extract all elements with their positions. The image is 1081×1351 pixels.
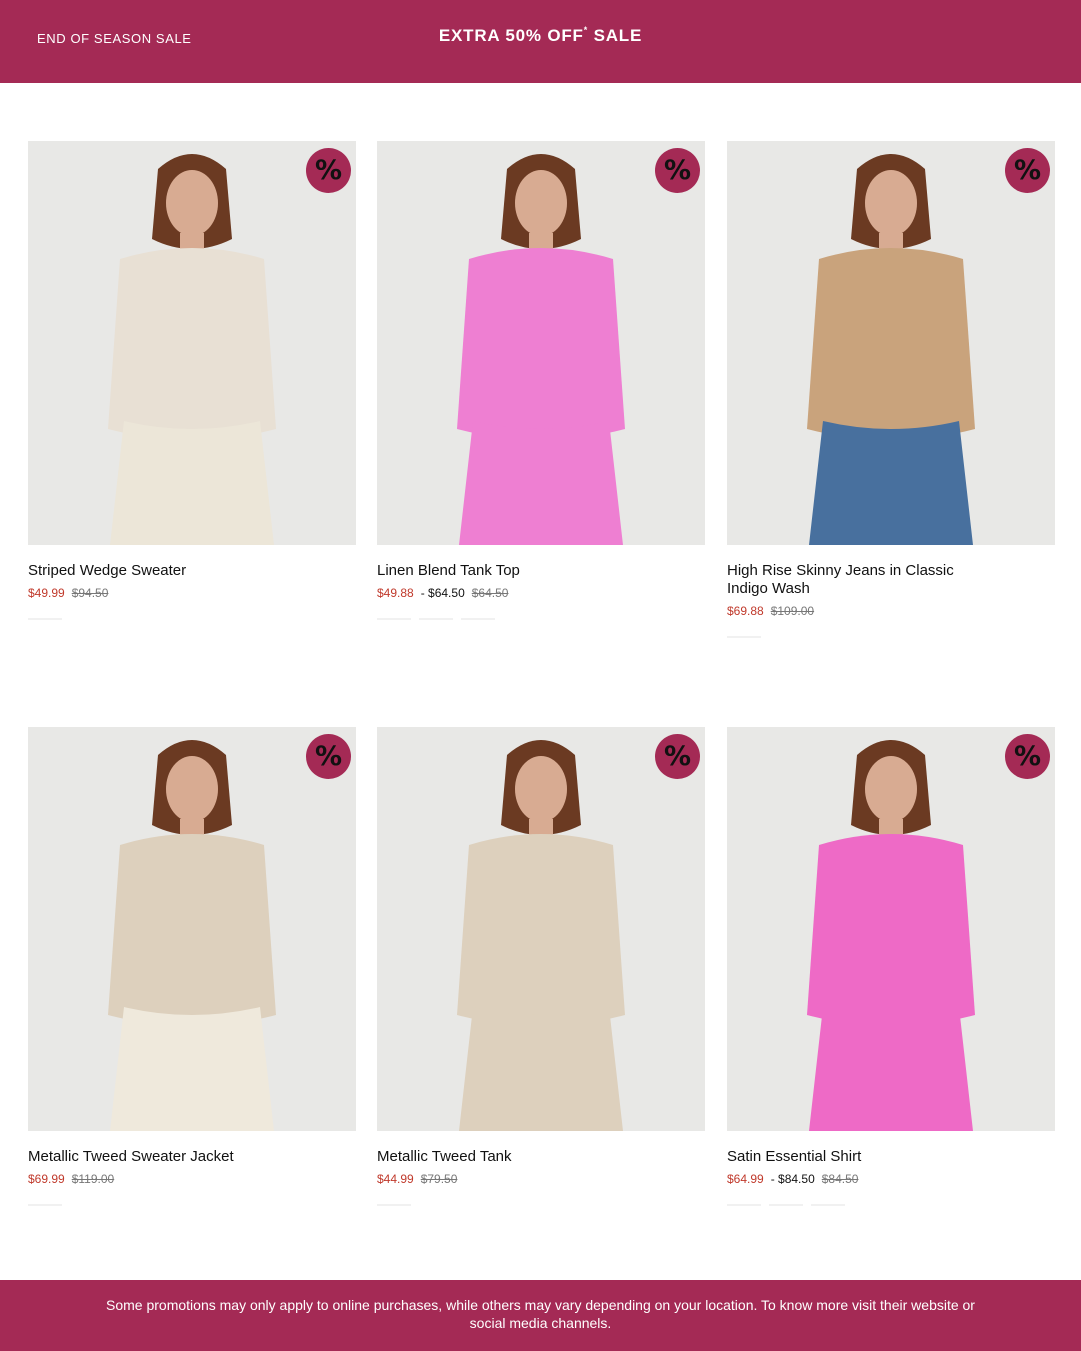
product-photo-figure	[727, 141, 1055, 545]
color-swatches[interactable]	[727, 1204, 1055, 1206]
product-photo-figure	[377, 727, 705, 1131]
color-swatches[interactable]	[377, 618, 705, 620]
product-photo-figure	[727, 727, 1055, 1131]
color-swatch[interactable]	[727, 636, 761, 638]
extra-off-headline: EXTRA 50% OFF* SALE	[0, 25, 1081, 46]
sale-price: $69.88	[727, 604, 764, 618]
product-card[interactable]: % Satin Essential Shirt $64.99 - $84.50 …	[727, 727, 1055, 1206]
sale-percent-badge-icon: %	[655, 148, 700, 193]
price-range-high: - $84.50	[770, 1172, 815, 1186]
promo-disclaimer: Some promotions may only apply to online…	[0, 1280, 1081, 1351]
sale-price: $49.99	[28, 586, 65, 600]
product-image[interactable]: %	[727, 141, 1055, 545]
color-swatch[interactable]	[461, 618, 495, 620]
product-card[interactable]: % High Rise Skinny Jeans in Classic Indi…	[727, 141, 1055, 638]
sale-percent-badge-icon: %	[1005, 734, 1050, 779]
product-photo-figure	[28, 141, 356, 545]
product-prices: $49.88 - $64.50 $64.50	[377, 586, 705, 600]
color-swatches[interactable]	[727, 636, 1055, 638]
original-price: $84.50	[821, 1172, 859, 1186]
product-name[interactable]: Metallic Tweed Sweater Jacket	[28, 1148, 288, 1166]
sale-price: $44.99	[377, 1172, 414, 1186]
product-prices: $64.99 - $84.50 $84.50	[727, 1172, 1055, 1186]
product-image[interactable]: %	[727, 727, 1055, 1131]
product-prices: $69.88 $109.00	[727, 604, 1055, 618]
product-image[interactable]: %	[28, 727, 356, 1131]
product-card[interactable]: % Striped Wedge Sweater $49.99 $94.50	[28, 141, 356, 620]
headline-asterisk: *	[583, 25, 589, 35]
original-price: $119.00	[71, 1172, 115, 1186]
color-swatch[interactable]	[769, 1204, 803, 1206]
color-swatches[interactable]	[377, 1204, 705, 1206]
sale-percent-badge-icon: %	[306, 734, 351, 779]
product-prices: $69.99 $119.00	[28, 1172, 356, 1186]
product-image[interactable]: %	[28, 141, 356, 545]
product-card[interactable]: % Linen Blend Tank Top $49.88 - $64.50 $…	[377, 141, 705, 620]
sale-percent-badge-icon: %	[655, 734, 700, 779]
original-price: $94.50	[71, 586, 109, 600]
product-name[interactable]: Satin Essential Shirt	[727, 1148, 987, 1166]
product-name[interactable]: Linen Blend Tank Top	[377, 562, 637, 580]
product-name[interactable]: Striped Wedge Sweater	[28, 562, 288, 580]
original-price: $64.50	[471, 586, 509, 600]
product-prices: $44.99 $79.50	[377, 1172, 705, 1186]
sale-price: $49.88	[377, 586, 414, 600]
product-photo-figure	[377, 141, 705, 545]
sale-percent-badge-icon: %	[306, 148, 351, 193]
promo-banner[interactable]: END OF SEASON SALE EXTRA 50% OFF* SALE	[0, 0, 1081, 83]
color-swatches[interactable]	[28, 618, 356, 620]
original-price: $109.00	[770, 604, 815, 618]
product-name[interactable]: Metallic Tweed Tank	[377, 1148, 637, 1166]
product-photo-figure	[28, 727, 356, 1131]
color-swatch[interactable]	[811, 1204, 845, 1206]
product-card[interactable]: % Metallic Tweed Sweater Jacket $69.99 $…	[28, 727, 356, 1206]
headline-suffix: SALE	[593, 26, 643, 45]
product-image[interactable]: %	[377, 727, 705, 1131]
product-prices: $49.99 $94.50	[28, 586, 356, 600]
color-swatch[interactable]	[727, 1204, 761, 1206]
original-price: $79.50	[420, 1172, 458, 1186]
color-swatch[interactable]	[377, 1204, 411, 1206]
sale-percent-badge-icon: %	[1005, 148, 1050, 193]
color-swatch[interactable]	[419, 618, 453, 620]
product-name[interactable]: High Rise Skinny Jeans in Classic Indigo…	[727, 562, 987, 598]
product-image[interactable]: %	[377, 141, 705, 545]
color-swatches[interactable]	[28, 1204, 356, 1206]
color-swatch[interactable]	[28, 618, 62, 620]
sale-price: $64.99	[727, 1172, 764, 1186]
product-card[interactable]: % Metallic Tweed Tank $44.99 $79.50	[377, 727, 705, 1206]
color-swatch[interactable]	[28, 1204, 62, 1206]
headline-text: EXTRA 50% OFF	[438, 26, 584, 45]
color-swatch[interactable]	[377, 618, 411, 620]
price-range-high: - $64.50	[420, 586, 465, 600]
sale-price: $69.99	[28, 1172, 65, 1186]
